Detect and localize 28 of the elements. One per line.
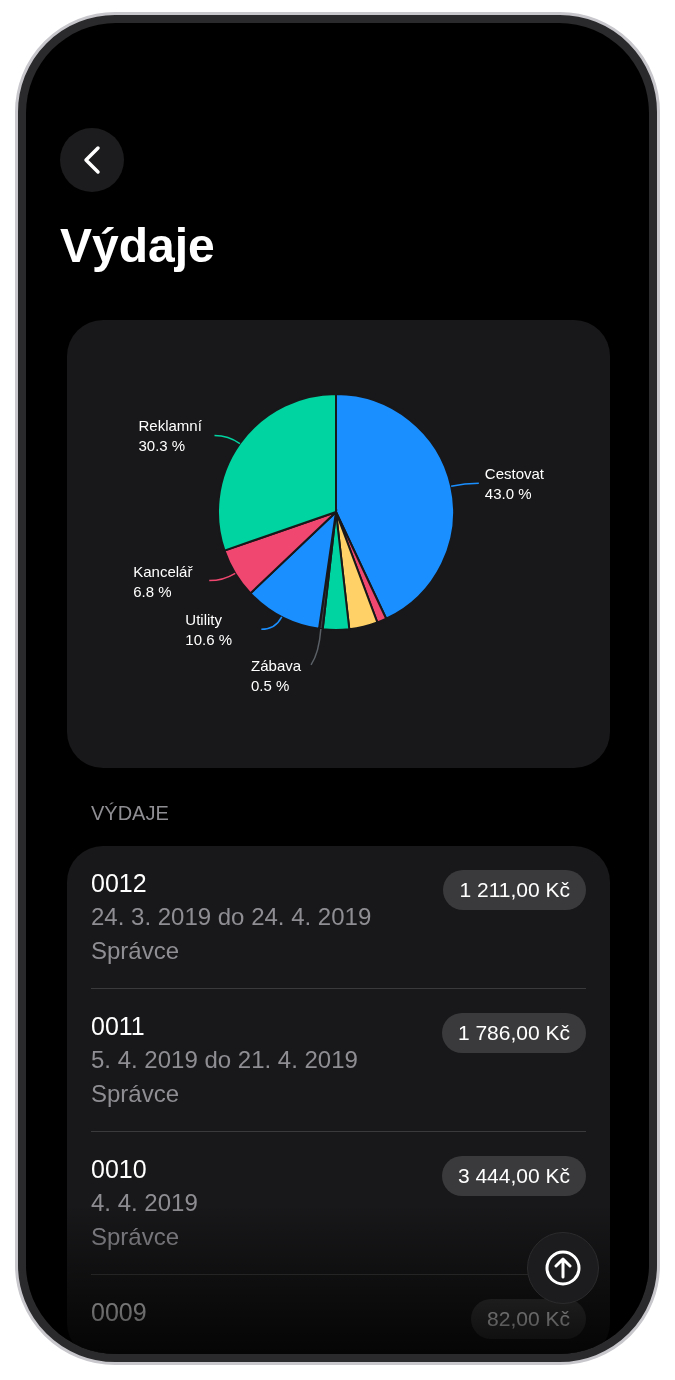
expense-dates: 4. 4. 2019 [91, 1188, 198, 1218]
expense-number: 0009 [91, 1297, 147, 1328]
page-title: Výdaje [60, 218, 216, 274]
slice-label: Utility 10.6 % [185, 611, 233, 649]
leader-line [260, 616, 283, 630]
slice-label: Cestovat 43.0 % [484, 465, 544, 503]
leader-line [213, 434, 241, 445]
amount-badge: 1 211,00 Kč [443, 870, 586, 910]
slice-label: Zábava 0.5 % [251, 656, 302, 694]
expense-owner: Správce [91, 1222, 181, 1252]
section-header: VÝDAJE [90, 801, 170, 826]
leader-line [208, 572, 236, 582]
expense-number: 0010 [91, 1154, 148, 1185]
slice-label: Reklamní 30.3 % [138, 417, 202, 455]
expense-dates: 5. 4. 2019 do 21. 4. 2019 [91, 1045, 358, 1075]
leader-line [450, 482, 480, 487]
expense-number: 0012 [91, 868, 148, 899]
leader-line [310, 628, 322, 666]
arrow-up-circle-icon [544, 1249, 582, 1287]
back-icon [83, 145, 101, 175]
expense-owner: Správce [91, 936, 181, 966]
expense-dates: 24. 3. 2019 do 24. 4. 2019 [91, 902, 372, 932]
slice-label: Kancelář 6.8 % [133, 562, 193, 600]
amount-badge: 1 786,00 Kč [441, 1013, 586, 1053]
expense-number: 0011 [91, 1011, 146, 1042]
amount-badge: 3 444,00 Kč [441, 1156, 586, 1196]
amount-badge: 82,00 Kč [471, 1299, 586, 1339]
expense-owner: Správce [91, 1079, 181, 1109]
